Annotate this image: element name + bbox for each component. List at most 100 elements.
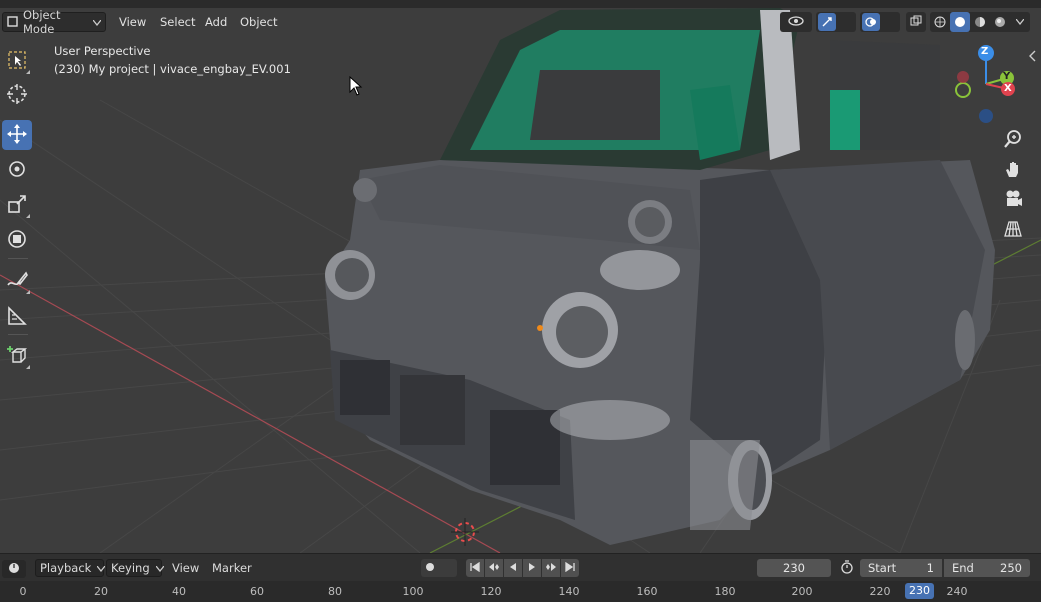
playback-dropdown[interactable]: Playback (35, 559, 106, 577)
mouse-pointer-icon (349, 75, 363, 99)
move-tool[interactable] (2, 120, 32, 150)
chevron-down-icon (96, 559, 106, 577)
menu-view[interactable]: View (113, 12, 152, 32)
chevron-down-icon[interactable] (1010, 12, 1030, 32)
zoom-button[interactable] (999, 126, 1027, 154)
scale-tool[interactable] (2, 190, 32, 220)
rotate-icon (6, 158, 28, 183)
menu-object[interactable]: Object (234, 12, 283, 32)
gizmo-z-label: Z (981, 46, 989, 57)
tool-settings-bar (0, 0, 1041, 8)
grid-perspective-icon (1003, 219, 1023, 242)
select-box-tool[interactable] (2, 46, 32, 76)
zoom-icon (1003, 129, 1023, 152)
overlay-icon (862, 13, 880, 31)
rendered-shading-icon[interactable] (990, 12, 1010, 32)
transform-tool[interactable] (2, 225, 32, 255)
gizmo-dropdown[interactable] (816, 12, 856, 32)
next-keyframe-button[interactable] (542, 559, 560, 577)
cursor-tool[interactable] (2, 80, 32, 110)
object-mode-icon (7, 15, 19, 30)
ruler-tick: 20 (94, 585, 108, 598)
ruler-tick: 80 (328, 585, 342, 598)
car-model[interactable] (325, 8, 995, 545)
object-mode-dropdown[interactable]: Object Mode (2, 8, 106, 36)
ruler-tick: 220 (869, 585, 891, 598)
jump-end-icon (565, 561, 575, 575)
ruler-tick: 200 (791, 585, 813, 598)
ruler-tick: 0 (19, 585, 27, 598)
editor-type-dropdown[interactable] (2, 560, 26, 578)
keying-dropdown[interactable]: Keying (106, 559, 165, 577)
jump-end-button[interactable] (561, 559, 579, 577)
camera-view-button[interactable] (999, 186, 1027, 214)
ruler-tick: 240 (946, 585, 968, 598)
end-value: 250 (1000, 561, 1022, 575)
material-shading-icon[interactable] (970, 12, 990, 32)
play-button[interactable] (523, 559, 541, 577)
start-label: Start (868, 561, 897, 575)
object-info-label: (230) My project | vivace_engbay_EV.001 (54, 62, 291, 76)
3d-viewport[interactable]: Object Mode View Select Add Object User (0, 0, 1041, 553)
move-icon (6, 123, 28, 148)
current-frame-indicator[interactable]: 230 (905, 583, 934, 599)
annotate-icon (6, 269, 28, 294)
end-frame-field[interactable]: End 250 (944, 559, 1030, 577)
ruler-tick: 120 (480, 585, 502, 598)
play-reverse-button[interactable] (504, 559, 522, 577)
ruler-tick: 100 (402, 585, 424, 598)
start-frame-field[interactable]: Start 1 (860, 559, 942, 577)
eye-icon (788, 15, 804, 30)
sidebar-toggle[interactable] (1028, 50, 1040, 64)
timeline-menu-marker[interactable]: Marker (212, 559, 252, 577)
ruler-tick: 180 (714, 585, 736, 598)
measure-icon (6, 305, 28, 330)
scale-icon (6, 193, 28, 218)
ruler-tick: 140 (558, 585, 580, 598)
cursor-icon (6, 83, 28, 108)
wireframe-shading-icon[interactable] (930, 12, 950, 32)
chevron-left-icon (1028, 50, 1038, 65)
annotate-tool[interactable] (2, 266, 32, 296)
start-value: 1 (926, 561, 934, 575)
clock-icon (8, 562, 20, 577)
navigation-gizmo[interactable]: Z Y X (950, 40, 1030, 125)
3d-cursor[interactable] (451, 518, 479, 546)
prev-keyframe-button[interactable] (485, 559, 503, 577)
menu-select[interactable]: Select (154, 12, 201, 32)
ruler-tick: 160 (636, 585, 658, 598)
solid-shading-icon[interactable] (950, 12, 970, 32)
xray-toggle[interactable] (906, 12, 926, 32)
menu-add[interactable]: Add (199, 12, 233, 32)
chevron-down-icon (155, 559, 165, 577)
timeline-menu-view[interactable]: View (172, 559, 199, 577)
scene-render (0, 8, 1041, 553)
timeline-ruler[interactable]: 0 20 40 60 80 100 120 140 160 180 200 22… (0, 581, 1041, 602)
add-cube-icon (6, 344, 28, 369)
auto-keying-toggle[interactable] (421, 559, 457, 577)
play-icon (527, 562, 537, 575)
shading-modes (930, 12, 1030, 32)
measure-tool[interactable] (2, 302, 32, 332)
preview-range-toggle[interactable] (836, 559, 858, 577)
toolbar-divider (8, 334, 28, 335)
select-box-icon (7, 50, 27, 73)
object-mode-label: Object Mode (23, 8, 61, 36)
record-icon (425, 562, 435, 575)
keying-label: Keying (111, 561, 150, 575)
camera-icon (1003, 189, 1023, 212)
play-reverse-icon (508, 562, 518, 575)
xray-icon (910, 15, 922, 30)
jump-start-button[interactable] (466, 559, 484, 577)
pan-button[interactable] (999, 156, 1027, 184)
perspective-toggle-button[interactable] (999, 216, 1027, 244)
next-keyframe-icon (545, 562, 557, 575)
add-cube-tool[interactable] (2, 341, 32, 371)
current-frame-field[interactable]: 230 (757, 559, 831, 577)
overlay-dropdown[interactable] (860, 12, 900, 32)
rotate-tool[interactable] (2, 155, 32, 185)
transform-icon (6, 228, 28, 253)
visibility-dropdown[interactable] (780, 12, 812, 32)
stopwatch-icon (840, 559, 854, 577)
gizmo-y-label: Y (1003, 71, 1011, 82)
